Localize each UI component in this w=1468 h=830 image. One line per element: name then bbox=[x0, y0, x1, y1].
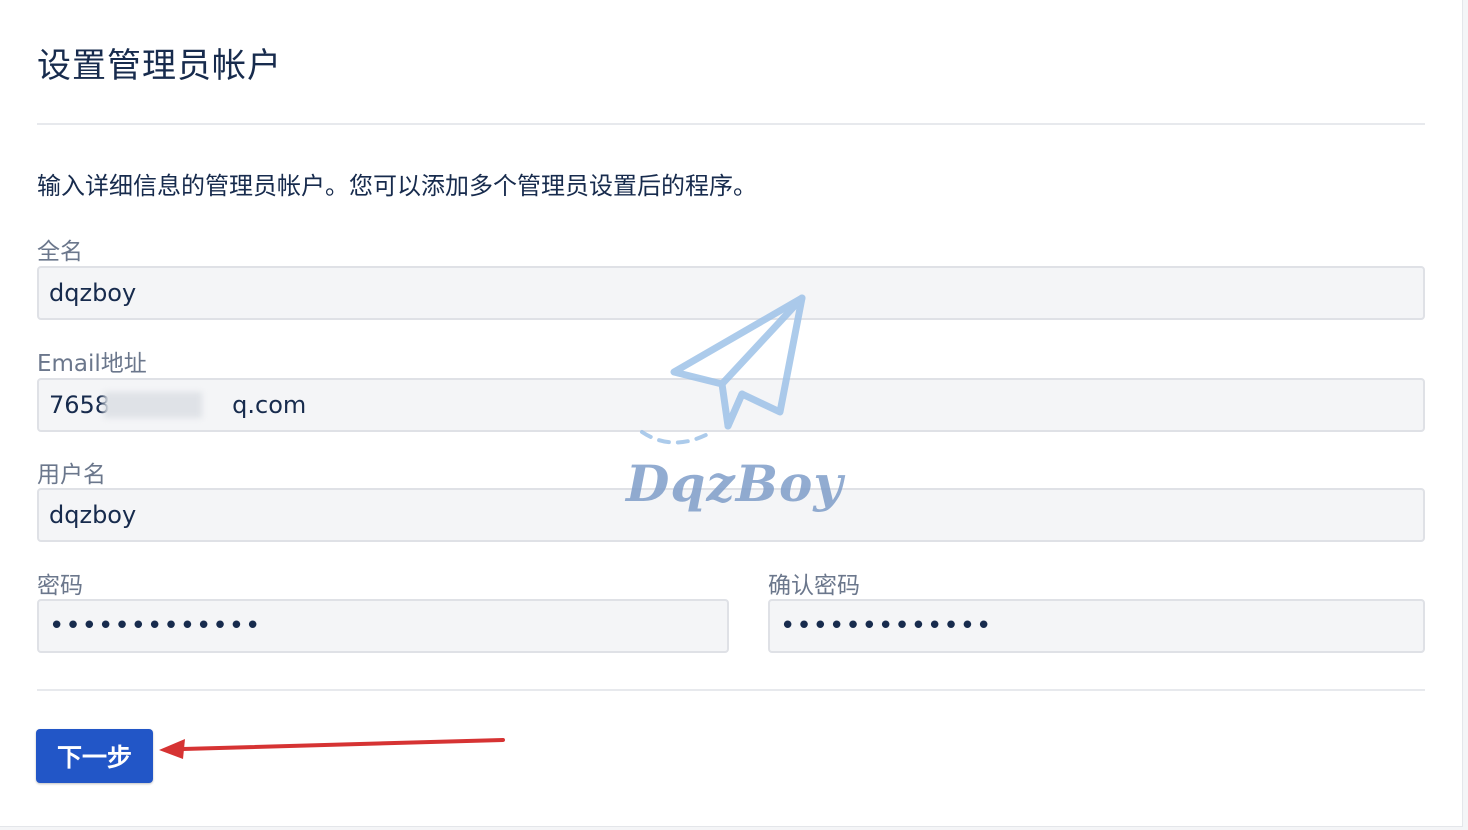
password-input[interactable] bbox=[37, 599, 729, 653]
setup-admin-panel: 设置管理员帐户 输入详细信息的管理员帐户。您可以添加多个管理员设置后的程序。 全… bbox=[0, 0, 1463, 827]
full-name-label: 全名 bbox=[37, 239, 83, 265]
password-label: 密码 bbox=[37, 573, 83, 599]
next-button[interactable]: 下一步 bbox=[36, 729, 153, 783]
page-title: 设置管理员帐户 bbox=[37, 46, 282, 86]
title-divider bbox=[37, 123, 1425, 125]
email-input[interactable] bbox=[37, 378, 1425, 432]
annotation-arrow-icon bbox=[159, 738, 505, 759]
username-input[interactable] bbox=[37, 488, 1425, 542]
email-label: Email地址 bbox=[37, 351, 147, 377]
full-name-input[interactable] bbox=[37, 266, 1425, 320]
confirm-password-label: 确认密码 bbox=[768, 573, 860, 599]
page-description: 输入详细信息的管理员帐户。您可以添加多个管理员设置后的程序。 bbox=[37, 172, 757, 200]
username-label: 用户名 bbox=[37, 462, 106, 488]
form-footer-divider bbox=[37, 689, 1425, 691]
confirm-password-input[interactable] bbox=[768, 599, 1425, 653]
